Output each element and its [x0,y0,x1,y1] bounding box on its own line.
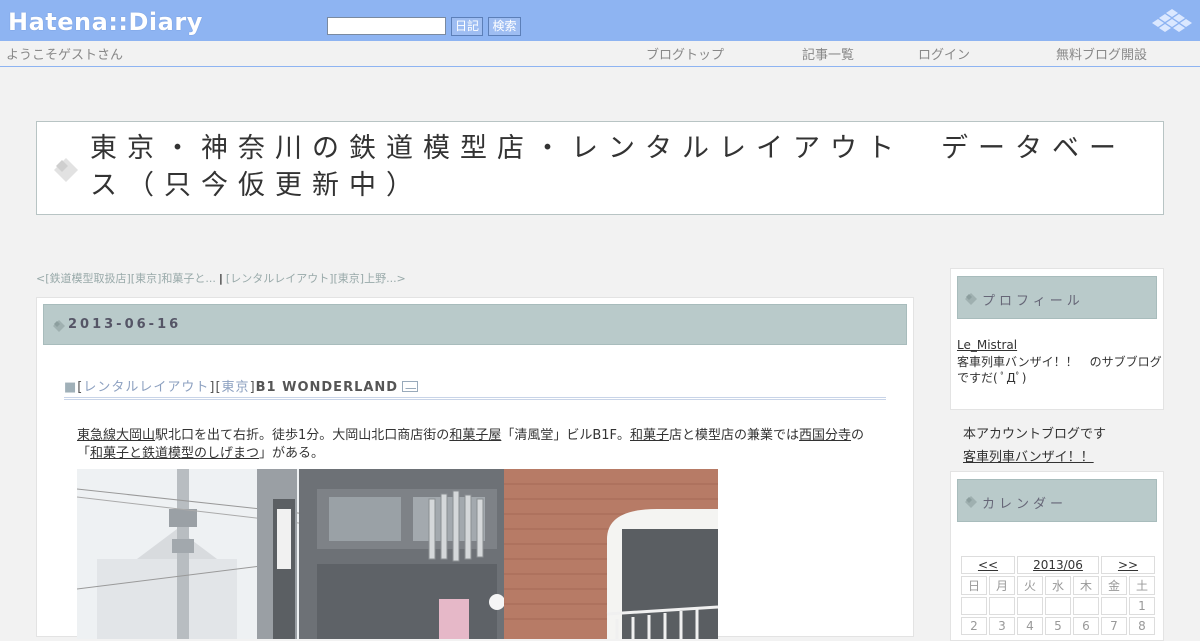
calendar-prev-link[interactable]: << [961,556,1015,574]
prev-entry-link[interactable]: <[鉄道模型取扱店][東京]和菓子と... [36,272,216,285]
profile-header: プロフィール [957,276,1157,319]
main-column: 2013-06-16 ■[レンタルレイアウト][東京]B1 WONDERLAND… [36,297,914,639]
keyword-wagashiya[interactable]: 和菓子屋 [449,428,501,443]
next-entry-link[interactable]: [レンタルレイアウト][東京]上野...> [226,272,406,285]
nav-blog-top[interactable]: ブログトップ [646,44,724,63]
profile-box: プロフィール Le_Mistral 客車列車バンザイ！！ のサブブログですだ( … [950,268,1164,410]
blog-title-box: 東京・神奈川の鉄道模型店・レンタルレイアウト データベース（只今仮更新中） [36,121,1164,215]
calendar-day: 3 [989,617,1015,635]
keyword-tokyu-line[interactable]: 東急線 [77,428,116,443]
hatena-menu-icon[interactable] [1151,8,1193,34]
keyword-ookayama[interactable]: 大岡山 [116,428,155,443]
weekday-wed: 水 [1045,576,1071,595]
nav-create-blog[interactable]: 無料ブログ開設 [1056,44,1147,63]
storefront-photo[interactable] [77,469,718,639]
diamond-icon [965,293,977,305]
calendar-day: 2 [961,617,987,635]
calendar-day: 4 [1017,617,1043,635]
entry-body: 東急線大岡山駅北口を出て右折。徒歩1分。大岡山北口商店街の和菓子屋「清風堂」ビル… [77,428,865,461]
weekday-mon: 月 [989,576,1015,595]
sub-navigation: ようこそゲストさん ブログトップ 記事一覧 ログイン 無料ブログ開設 [0,41,1200,67]
profile-name-link[interactable]: Le_Mistral [957,338,1017,352]
calendar-day [989,597,1015,615]
entry-date[interactable]: 2013-06-16 [68,317,181,332]
calendar-day [1101,597,1127,615]
diamond-icon [965,496,977,508]
calendar-day [1073,597,1099,615]
main-blog-link[interactable]: 客車列車バンザイ！！ [963,446,1094,465]
weekday-fri: 金 [1101,576,1127,595]
date-header: 2013-06-16 [43,304,907,345]
top-bar: Hatena::Diary 日記 検索 [0,0,1200,41]
calendar-day: 8 [1129,617,1155,635]
calendar-day [1045,597,1071,615]
weekday-tue: 火 [1017,576,1043,595]
calendar-day [961,597,987,615]
calendar-table: << 2013/06 >> 日 月 火 水 木 金 土 1 2 3 4 5 6 … [959,554,1157,637]
hatena-diary-logo[interactable]: Hatena::Diary [8,8,203,36]
category-tokyo[interactable]: 東京 [222,380,250,395]
weekday-sun: 日 [961,576,987,595]
nav-article-list[interactable]: 記事一覧 [802,44,854,63]
calendar-day: 7 [1101,617,1127,635]
calendar-day [1017,597,1043,615]
pager-separator: | [218,272,223,285]
category-rental-layout[interactable]: レンタルレイアウト [83,380,209,395]
entry-pager: <[鉄道模型取扱店][東京]和菓子と... | [レンタルレイアウト][東京]上野.… [36,270,406,286]
calendar-header: カレンダー [957,479,1157,522]
diamond-icon [53,320,65,332]
section-heading: B1 WONDERLAND [255,380,399,395]
calendar-month-link[interactable]: 2013/06 [1017,556,1099,574]
mail-icon[interactable] [402,381,419,392]
diary-button[interactable]: 日記 [451,17,483,36]
weekday-thu: 木 [1073,576,1099,595]
section-title: ■[レンタルレイアウト][東京]B1 WONDERLAND [64,376,886,400]
search-button[interactable]: 検索 [488,17,521,36]
welcome-text: ようこそゲストさん [6,48,124,63]
keyword-nishikokubunji[interactable]: 西国分寺 [799,428,851,443]
main-account-note: 本アカウントブログです [963,427,1107,442]
diamond-icon [54,158,78,182]
keyword-wagashi[interactable]: 和菓子 [630,428,669,443]
search-input[interactable] [327,17,446,35]
section-marker: ■ [64,380,78,395]
weekday-sat: 土 [1129,576,1155,595]
profile-heading: プロフィール [982,294,1084,309]
calendar-day: 6 [1073,617,1099,635]
calendar-next-link[interactable]: >> [1101,556,1155,574]
calendar-heading: カレンダー [982,497,1068,512]
blog-title[interactable]: 東京・神奈川の鉄道模型店・レンタルレイアウト データベース（只今仮更新中） [90,130,1160,204]
nav-login[interactable]: ログイン [918,44,970,63]
calendar-box: カレンダー << 2013/06 >> 日 月 火 水 木 金 土 1 2 3 [950,471,1164,641]
calendar-day: 5 [1045,617,1071,635]
profile-description: 客車列車バンザイ！！ のサブブログですだ( ﾟДﾟ) [957,355,1162,385]
calendar-day: 1 [1129,597,1155,615]
keyword-shigematsu[interactable]: 和菓子と鉄道模型のしげまつ [90,446,259,461]
